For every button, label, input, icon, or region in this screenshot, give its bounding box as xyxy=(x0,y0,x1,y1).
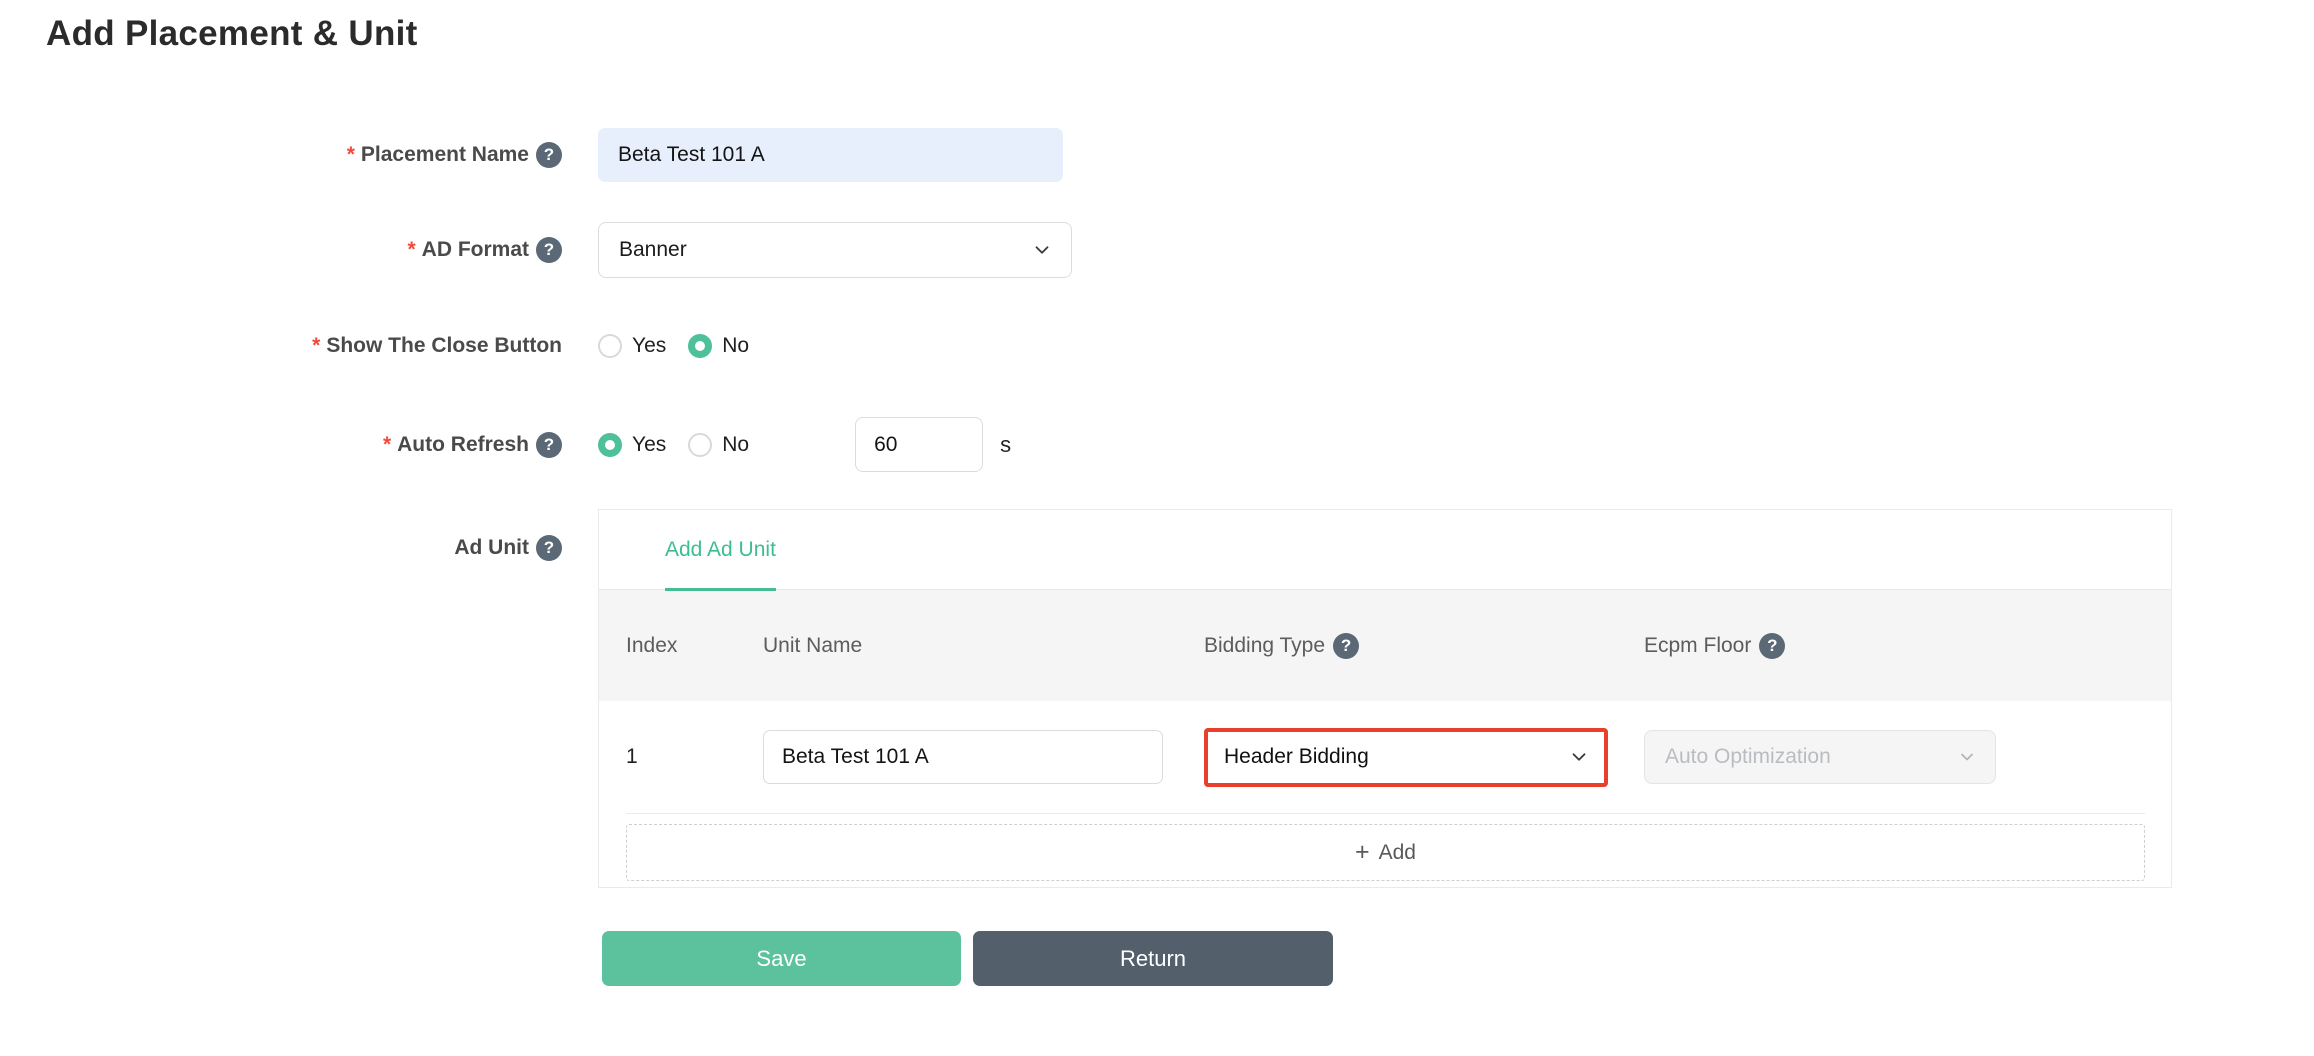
ecpm-floor-help-icon[interactable]: ? xyxy=(1759,633,1785,659)
ecpm-floor-select: Auto Optimization xyxy=(1644,730,1996,784)
chevron-down-icon xyxy=(1568,746,1590,768)
close-button-radio-yes-label: Yes xyxy=(632,334,666,358)
placement-name-help-icon[interactable]: ? xyxy=(536,142,562,168)
placement-name-input[interactable] xyxy=(598,128,1063,182)
column-header-ecpm-floor: Ecpm Floor ? xyxy=(1644,633,2171,659)
close-button-radio-no[interactable]: No xyxy=(688,334,749,358)
show-close-button-row: * Show The Close Button Yes No xyxy=(0,334,771,358)
row-ecpm-floor-cell: Auto Optimization xyxy=(1644,730,2171,784)
save-button[interactable]: Save xyxy=(602,931,961,986)
radio-selected-icon xyxy=(688,334,712,358)
form-actions: Save Return xyxy=(602,931,1333,986)
auto-refresh-interval-input[interactable] xyxy=(855,417,983,472)
active-tab-underline xyxy=(665,588,776,591)
add-unit-button[interactable]: + Add xyxy=(626,824,2145,881)
auto-refresh-radio-yes-label: Yes xyxy=(632,433,666,457)
close-button-radio-no-label: No xyxy=(722,334,749,358)
auto-refresh-label-text: Auto Refresh xyxy=(397,433,529,457)
ad-format-row: * AD Format ? Banner xyxy=(0,222,1072,278)
ecpm-floor-selected-value: Auto Optimization xyxy=(1665,745,1831,769)
unit-name-input[interactable] xyxy=(763,730,1163,784)
required-asterisk: * xyxy=(347,143,355,167)
ad-unit-table-header: Index Unit Name Bidding Type ? Ecpm Floo… xyxy=(599,590,2171,701)
radio-unselected-icon xyxy=(688,433,712,457)
ad-unit-row: Ad Unit ? Add Ad Unit Index Unit Name xyxy=(0,509,2172,888)
ad-format-selected-value: Banner xyxy=(619,238,687,262)
ad-format-help-icon[interactable]: ? xyxy=(536,237,562,263)
ad-format-select[interactable]: Banner xyxy=(598,222,1072,278)
row-index-cell: 1 xyxy=(626,745,763,769)
placement-name-row: * Placement Name ? xyxy=(0,128,1063,182)
required-asterisk: * xyxy=(383,433,391,457)
required-asterisk: * xyxy=(407,238,415,262)
add-unit-button-label: Add xyxy=(1379,841,1416,865)
ad-unit-help-icon[interactable]: ? xyxy=(536,535,562,561)
radio-selected-icon xyxy=(598,433,622,457)
auto-refresh-row: * Auto Refresh ? Yes No s xyxy=(0,417,1011,472)
ad-unit-panel: Add Ad Unit Index Unit Name Bidding Type… xyxy=(598,509,2172,888)
auto-refresh-radio-no[interactable]: No xyxy=(688,433,749,457)
table-row: 1 Header Bidding xyxy=(599,701,2171,813)
auto-refresh-radio-no-label: No xyxy=(722,433,749,457)
ad-format-label-text: AD Format xyxy=(422,238,529,262)
required-asterisk: * xyxy=(312,334,320,358)
ad-unit-label-text: Ad Unit xyxy=(454,536,529,560)
row-bidding-type-cell: Header Bidding xyxy=(1204,728,1644,787)
row-divider xyxy=(626,813,2145,814)
chevron-down-icon xyxy=(1031,239,1053,261)
seconds-unit-label: s xyxy=(1000,432,1011,458)
ad-unit-label: Ad Unit ? xyxy=(0,509,562,561)
auto-refresh-label: * Auto Refresh ? xyxy=(0,432,562,458)
row-unit-name-cell xyxy=(763,730,1204,784)
ad-unit-tabbar: Add Ad Unit xyxy=(599,510,2171,590)
auto-refresh-radio-yes[interactable]: Yes xyxy=(598,433,666,457)
ad-format-label: * AD Format ? xyxy=(0,237,562,263)
placement-name-label-text: Placement Name xyxy=(361,143,529,167)
close-button-radio-yes[interactable]: Yes xyxy=(598,334,666,358)
return-button[interactable]: Return xyxy=(973,931,1333,986)
auto-refresh-help-icon[interactable]: ? xyxy=(536,432,562,458)
radio-unselected-icon xyxy=(598,334,622,358)
plus-icon: + xyxy=(1355,840,1370,865)
show-close-button-label-text: Show The Close Button xyxy=(326,334,562,358)
column-header-bidding-type: Bidding Type ? xyxy=(1204,633,1644,659)
chevron-down-icon xyxy=(1957,747,1977,767)
bidding-type-selected-value: Header Bidding xyxy=(1224,745,1369,769)
column-header-index: Index xyxy=(626,634,763,658)
column-header-unit-name: Unit Name xyxy=(763,634,1204,658)
add-placement-page: Add Placement & Unit * Placement Name ? … xyxy=(0,0,2314,1056)
bidding-type-help-icon[interactable]: ? xyxy=(1333,633,1359,659)
tab-add-ad-unit[interactable]: Add Ad Unit xyxy=(665,510,776,589)
tab-add-ad-unit-label: Add Ad Unit xyxy=(665,538,776,562)
bidding-type-select[interactable]: Header Bidding xyxy=(1204,728,1608,787)
placement-name-label: * Placement Name ? xyxy=(0,142,562,168)
page-title: Add Placement & Unit xyxy=(46,14,418,54)
show-close-button-label: * Show The Close Button xyxy=(0,334,562,358)
